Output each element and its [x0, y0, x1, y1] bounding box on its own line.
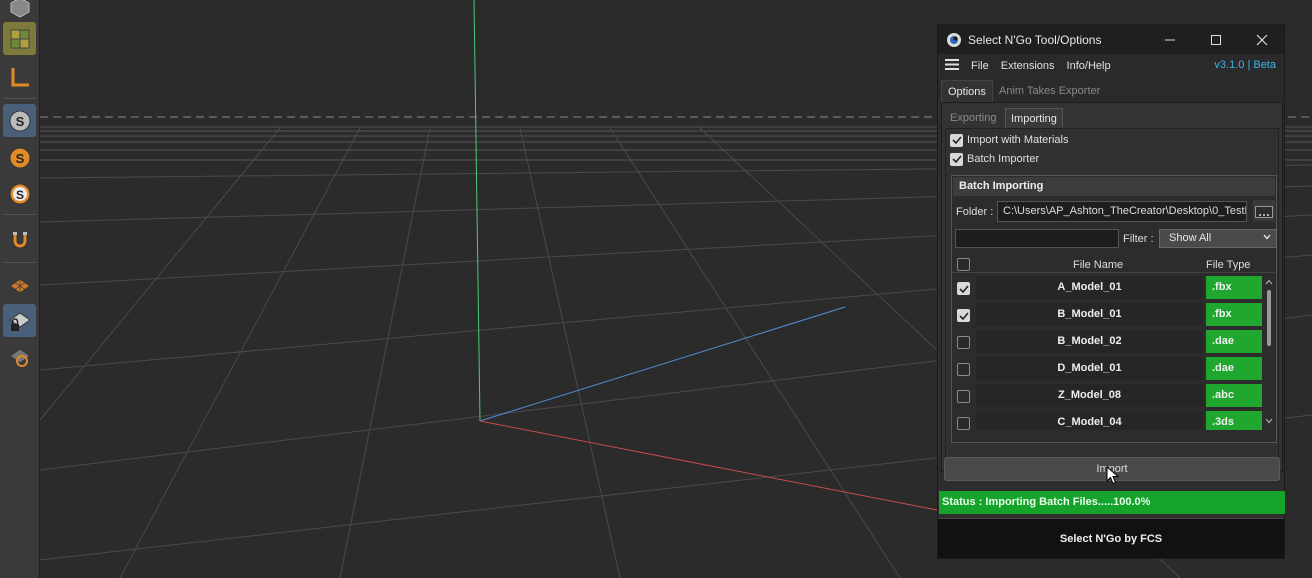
lock-workplane-icon[interactable]	[3, 304, 36, 337]
file-type-badge: .dae	[1206, 330, 1262, 353]
snap-3d-icon[interactable]: S	[3, 177, 36, 210]
checkbox-checked-icon[interactable]	[950, 133, 963, 147]
column-file-name[interactable]: File Name	[1073, 259, 1123, 271]
batch-importing-group: Batch Importing Folder : C:\Users\AP_Ash…	[951, 175, 1277, 443]
file-list-row[interactable]: D_Model_01 .dae	[953, 357, 1275, 384]
scroll-down-icon[interactable]	[1265, 417, 1273, 425]
file-name-cell[interactable]: B_Model_01	[976, 303, 1203, 326]
svg-text:S: S	[15, 151, 24, 166]
texture-mode-icon[interactable]	[3, 22, 36, 55]
file-list: A_Model_01 .fbx B_Model_01 .fbx B_Model_02 .d…	[953, 276, 1275, 430]
svg-text:S: S	[15, 188, 23, 202]
toolbar-divider	[4, 98, 36, 99]
left-toolbar: S S S	[0, 0, 40, 578]
file-list-header: File Name File Type	[953, 255, 1275, 273]
options-panel: Exporting Importing Import with Material…	[941, 102, 1283, 472]
top-tab-bar: Options Anim Takes Exporter	[938, 78, 1284, 102]
checkbox-checked-icon[interactable]	[957, 309, 970, 322]
window-title: Select N'Go Tool/Options	[968, 32, 1102, 47]
file-name-cell[interactable]: Z_Model_08	[976, 384, 1203, 407]
magnet-icon[interactable]	[3, 223, 36, 256]
maximize-icon[interactable]	[1193, 25, 1239, 54]
hamburger-icon[interactable]	[945, 59, 959, 73]
workplane-icon[interactable]	[3, 268, 36, 301]
chevron-down-icon	[1262, 231, 1272, 248]
folder-browse-icon	[1255, 206, 1273, 218]
checkbox-unchecked-icon[interactable]	[957, 336, 970, 349]
status-bar: Status : Importing Batch Files.....100.0…	[939, 491, 1285, 514]
app-icon	[947, 32, 961, 47]
tab-importing[interactable]: Importing	[1005, 108, 1063, 128]
toolbar-divider	[4, 214, 36, 215]
file-name-cell[interactable]: B_Model_02	[976, 330, 1203, 353]
cube-icon[interactable]	[3, 0, 36, 23]
menu-info-help[interactable]: Info/Help	[1067, 60, 1111, 72]
menu-extensions[interactable]: Extensions	[1001, 60, 1055, 72]
file-list-scrollbar[interactable]	[1265, 276, 1273, 430]
scroll-thumb[interactable]	[1267, 290, 1271, 346]
file-type-badge: .3ds	[1206, 411, 1262, 430]
close-icon[interactable]	[1239, 25, 1285, 54]
mouse-cursor-icon	[1106, 466, 1120, 485]
import-with-materials-label: Import with Materials	[967, 134, 1069, 146]
version-label[interactable]: v3.1.0 | Beta	[1214, 59, 1276, 71]
toolbar-divider	[4, 262, 36, 263]
file-list-row[interactable]: Z_Model_08 .abc	[953, 384, 1275, 411]
column-file-type[interactable]: File Type	[1206, 259, 1250, 271]
batch-importer-toggle[interactable]: Batch Importer	[950, 151, 1039, 167]
axis-icon[interactable]	[3, 60, 36, 93]
checkbox-checked-icon[interactable]	[957, 282, 970, 295]
scroll-up-icon[interactable]	[1265, 278, 1273, 286]
menu-bar: File Extensions Info/Help v3.1.0 | Beta	[938, 54, 1284, 78]
folder-path-field[interactable]: C:\Users\AP_Ashton_TheCreator\Desktop\0_…	[997, 201, 1247, 222]
select-all-checkbox[interactable]	[957, 258, 970, 271]
title-bar[interactable]: Select N'Go Tool/Options	[938, 25, 1284, 54]
file-type-badge: .dae	[1206, 357, 1262, 380]
file-name-cell[interactable]: A_Model_01	[976, 276, 1203, 299]
batch-importing-header: Batch Importing	[953, 177, 1275, 196]
file-type-badge: .abc	[1206, 384, 1262, 407]
filter-dropdown[interactable]: Show All	[1159, 229, 1277, 248]
folder-label: Folder :	[956, 206, 994, 218]
file-list-row[interactable]: A_Model_01 .fbx	[953, 276, 1275, 303]
file-name-cell[interactable]: C_Model_04	[976, 411, 1203, 430]
file-list-row[interactable]: B_Model_02 .dae	[953, 330, 1275, 357]
menu-file[interactable]: File	[971, 60, 989, 72]
snap-settings-icon[interactable]: S	[3, 141, 36, 174]
file-type-badge: .fbx	[1206, 276, 1262, 299]
file-type-badge: .fbx	[1206, 303, 1262, 326]
import-with-materials-toggle[interactable]: Import with Materials	[950, 132, 1068, 148]
file-list-row[interactable]: B_Model_01 .fbx	[953, 303, 1275, 330]
minimize-icon[interactable]	[1147, 25, 1193, 54]
tab-anim-takes-exporter[interactable]: Anim Takes Exporter	[993, 80, 1106, 102]
tab-options[interactable]: Options	[941, 80, 993, 102]
importing-content: Import with Materials Batch Importer Bat…	[945, 128, 1279, 470]
tab-exporting[interactable]: Exporting	[945, 108, 1001, 128]
checkbox-unchecked-icon[interactable]	[957, 363, 970, 376]
snap-icon[interactable]: S	[3, 104, 36, 137]
checkbox-checked-icon[interactable]	[950, 152, 963, 166]
file-name-cell[interactable]: D_Model_01	[976, 357, 1203, 380]
footer-credits: Select N'Go by FCS	[938, 518, 1284, 558]
checkbox-unchecked-icon[interactable]	[957, 390, 970, 403]
checkbox-unchecked-icon[interactable]	[957, 417, 970, 430]
filter-label: Filter :	[1123, 233, 1154, 245]
browse-folder-button[interactable]	[1253, 200, 1275, 221]
rotate-workplane-icon[interactable]	[3, 340, 36, 373]
filter-value: Show All	[1169, 232, 1212, 244]
file-search-input[interactable]	[955, 229, 1119, 248]
svg-text:S: S	[15, 114, 24, 129]
batch-importer-label: Batch Importer	[967, 153, 1040, 165]
file-list-row[interactable]: C_Model_04.3ds	[953, 411, 1275, 430]
